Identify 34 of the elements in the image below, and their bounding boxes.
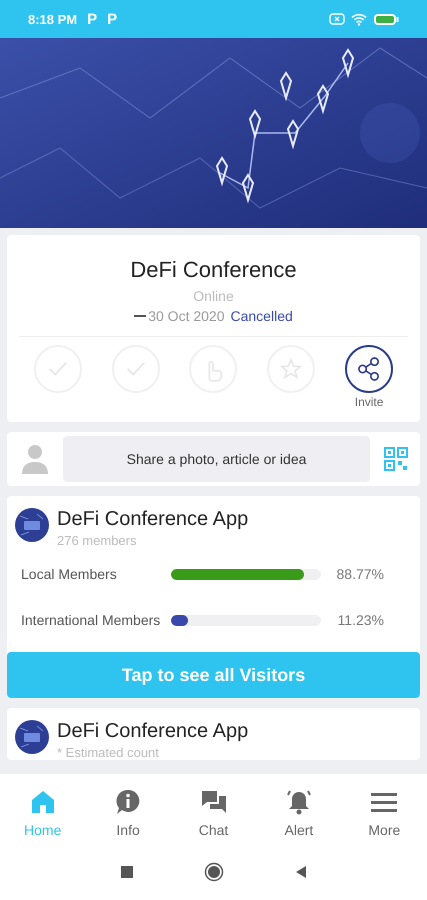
event-location: Online — [192, 288, 235, 304]
group-name: DeFi Conference App — [57, 508, 248, 531]
back-button[interactable] — [294, 865, 308, 879]
avatar-icon — [21, 443, 49, 475]
nav-tab[interactable]: More — [342, 774, 427, 852]
nav-tab[interactable]: Info — [85, 774, 171, 852]
stat-label: Local Members — [21, 564, 118, 584]
notification-icon: P — [87, 10, 98, 28]
share-icon[interactable] — [345, 345, 394, 393]
notification-icon: P — [107, 10, 118, 28]
stat-label: International Members — [21, 610, 162, 630]
recents-button[interactable] — [120, 865, 134, 879]
stat-percentage: 88.77% — [336, 566, 384, 582]
status-time: 8:18 PM — [28, 12, 78, 26]
group-subtitle: 276 members — [57, 533, 138, 548]
battery-icon — [373, 12, 399, 26]
bell-icon — [284, 788, 313, 816]
event-status: Cancelled — [230, 308, 293, 324]
nav-tab[interactable]: Chat — [170, 774, 256, 852]
group-logo-icon — [15, 720, 49, 754]
event-title: DeFi Conference — [129, 257, 298, 283]
action-label: Invite — [354, 395, 384, 410]
nav-tab[interactable]: Alert — [256, 774, 342, 852]
home-button[interactable] — [204, 862, 224, 882]
event-date: 30 Oct 2020 — [148, 308, 224, 324]
stat-percentage: 11.23% — [338, 612, 384, 628]
wifi-icon — [351, 12, 367, 26]
group-logo-icon — [15, 508, 49, 542]
qr-code-icon[interactable] — [384, 447, 408, 471]
sim-icon — [329, 13, 345, 25]
group-subtitle: * Estimated count — [57, 745, 160, 760]
share-field[interactable]: Share a photo, article or idea — [63, 436, 370, 482]
group-name: DeFi Conference App — [57, 720, 248, 743]
info-icon — [114, 788, 142, 816]
